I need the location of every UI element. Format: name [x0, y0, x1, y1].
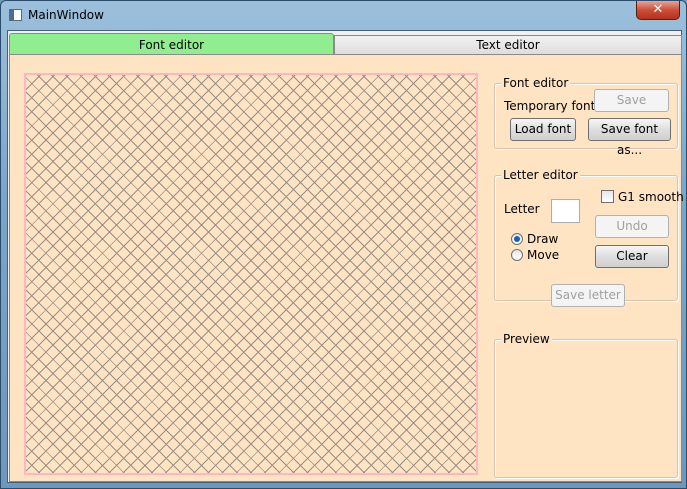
temporary-font-label: Temporary font [504, 99, 596, 113]
font-editor-legend: Font editor [501, 76, 571, 90]
g1-smooth-checkbox[interactable] [601, 190, 614, 203]
draw-radio[interactable] [511, 233, 523, 245]
client-area: Font editor Text editor Font editor Temp… [7, 30, 684, 483]
preview-legend: Preview [501, 332, 552, 346]
draw-label[interactable]: Draw [527, 232, 558, 246]
tab-text-editor[interactable]: Text editor [334, 35, 682, 55]
app-icon [9, 9, 22, 21]
tab-strip: Font editor Text editor [9, 33, 682, 55]
move-label[interactable]: Move [527, 248, 559, 262]
tab-font-editor[interactable]: Font editor [9, 33, 334, 55]
close-button[interactable]: ✕ [636, 1, 680, 20]
load-font-button[interactable]: Load font [510, 118, 576, 141]
letter-label: Letter [504, 202, 540, 216]
tab-content: Font editor Temporary font Save Load fon… [9, 54, 684, 482]
drawing-canvas[interactable] [24, 73, 478, 475]
clear-button[interactable]: Clear [595, 245, 669, 268]
letter-input[interactable] [551, 199, 580, 223]
letter-editor-group: Letter editor G1 smooth Letter Undo Draw… [494, 168, 684, 307]
window-title: MainWindow [28, 8, 104, 22]
undo-button[interactable]: Undo [595, 215, 669, 238]
g1-smooth-label[interactable]: G1 smooth [618, 190, 684, 204]
letter-editor-legend: Letter editor [501, 168, 580, 182]
preview-group: Preview [494, 332, 678, 478]
font-editor-group: Font editor Temporary font Save Load fon… [494, 76, 678, 157]
save-button[interactable]: Save [594, 89, 669, 112]
save-letter-button[interactable]: Save letter [551, 284, 625, 307]
save-font-as-button[interactable]: Save font as... [588, 118, 671, 157]
main-window: MainWindow ✕ Font editor Text editor Fon… [0, 0, 687, 489]
preview-area [499, 346, 673, 474]
move-radio[interactable] [511, 249, 523, 261]
title-bar[interactable]: MainWindow ✕ [1, 1, 686, 29]
close-icon: ✕ [652, 2, 664, 17]
